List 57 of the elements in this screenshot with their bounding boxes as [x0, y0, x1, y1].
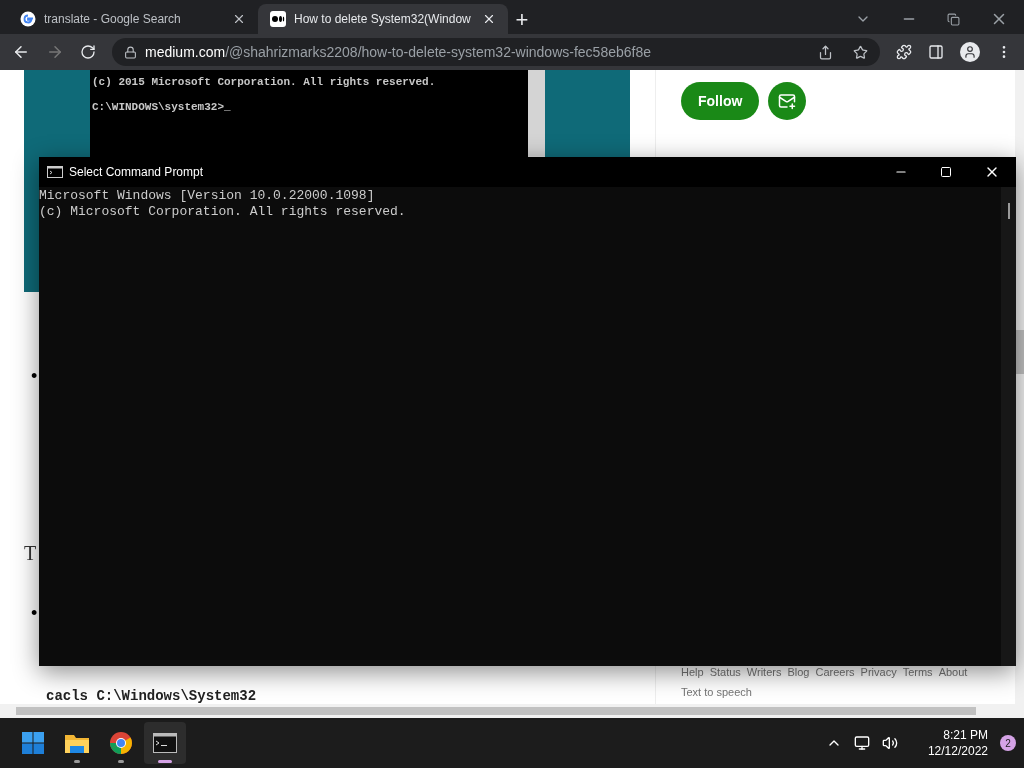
medium-logo-icon	[270, 11, 286, 27]
tab-title: translate - Google Search	[44, 11, 182, 28]
subscribe-button[interactable]	[768, 82, 807, 120]
side-panel-icon[interactable]	[928, 44, 944, 60]
share-icon[interactable]	[818, 44, 833, 60]
mail-plus-icon	[778, 92, 797, 110]
bullet: •	[31, 366, 38, 386]
footer-link[interactable]: Privacy	[860, 664, 897, 681]
taskbar-app[interactable]	[144, 722, 186, 764]
console-output-line: Microsoft Windows [Version 10.0.22000.1098]	[39, 188, 376, 204]
terminal-icon	[153, 733, 177, 753]
follow-button[interactable]: Follow	[681, 82, 760, 120]
browser-tab[interactable]: translate - Google Search	[8, 4, 258, 34]
close-icon[interactable]	[482, 12, 496, 26]
code-text: cacls C:\Windows\System32	[46, 687, 257, 706]
console-output-line: (c) Microsoft Corporation. All rights reserved.	[39, 204, 407, 220]
google-logo-icon	[20, 11, 36, 27]
clock-time[interactable]: 8:21 PM	[943, 727, 988, 743]
footer-link[interactable]: Writers	[746, 664, 782, 681]
window-title: Select Command Prompt	[69, 164, 205, 181]
windows-logo-icon	[21, 731, 45, 755]
url-text: medium.com/@shahrizmarks2208/how-to-delete-system32-windows-fec58eb6f8e	[145, 42, 652, 62]
reload-icon[interactable]	[80, 44, 96, 60]
back-icon[interactable]	[12, 43, 30, 61]
network-icon[interactable]	[853, 735, 870, 751]
paragraph-start: T	[24, 541, 37, 566]
vertical-scrollbar[interactable]	[1015, 70, 1024, 718]
address-bar[interactable]: medium.com/@shahrizmarks2208/how-to-delete-system32-windows-fec58eb6f8e	[112, 38, 880, 66]
tab-title: How to delete System32(Window	[294, 11, 472, 28]
maximize-icon[interactable]	[940, 166, 952, 178]
profile-avatar[interactable]	[960, 42, 980, 62]
chrome-icon	[109, 731, 133, 755]
screenshot-text-line: C:\WINDOWS\system32>_	[92, 99, 232, 115]
footer-link[interactable]: Terms	[902, 664, 933, 681]
lock-icon	[124, 45, 137, 59]
footer-link[interactable]: Careers	[815, 664, 855, 681]
footer-link[interactable]: About	[938, 664, 968, 681]
new-tab-button[interactable]: +	[508, 4, 536, 34]
forward-icon[interactable]	[46, 43, 64, 61]
close-icon[interactable]	[232, 12, 246, 26]
console-scrollbar[interactable]	[1001, 187, 1016, 666]
restore-icon[interactable]	[947, 12, 960, 26]
notification-badge[interactable]: 2	[1000, 735, 1016, 751]
clock-date[interactable]: 12/12/2022	[927, 743, 988, 759]
horizontal-scrollbar[interactable]	[0, 704, 1015, 718]
text-to-speech-link[interactable]: Text to speech	[681, 683, 1015, 700]
console-icon	[47, 166, 63, 178]
footer-link[interactable]: Status	[709, 664, 741, 681]
bookmark-star-icon[interactable]	[853, 44, 868, 60]
browser-tab[interactable]: How to delete System32(Window	[258, 4, 508, 34]
footer-link[interactable]: Blog	[787, 664, 810, 681]
extensions-icon[interactable]	[896, 44, 912, 60]
footer-link[interactable]: Help	[681, 664, 704, 681]
folder-icon	[64, 732, 90, 754]
screenshot-text-line: (c) 2015 Microsoft Corporation. All rights reserved.	[92, 75, 437, 90]
bullet: •	[31, 603, 38, 623]
volume-icon[interactable]	[881, 735, 898, 751]
